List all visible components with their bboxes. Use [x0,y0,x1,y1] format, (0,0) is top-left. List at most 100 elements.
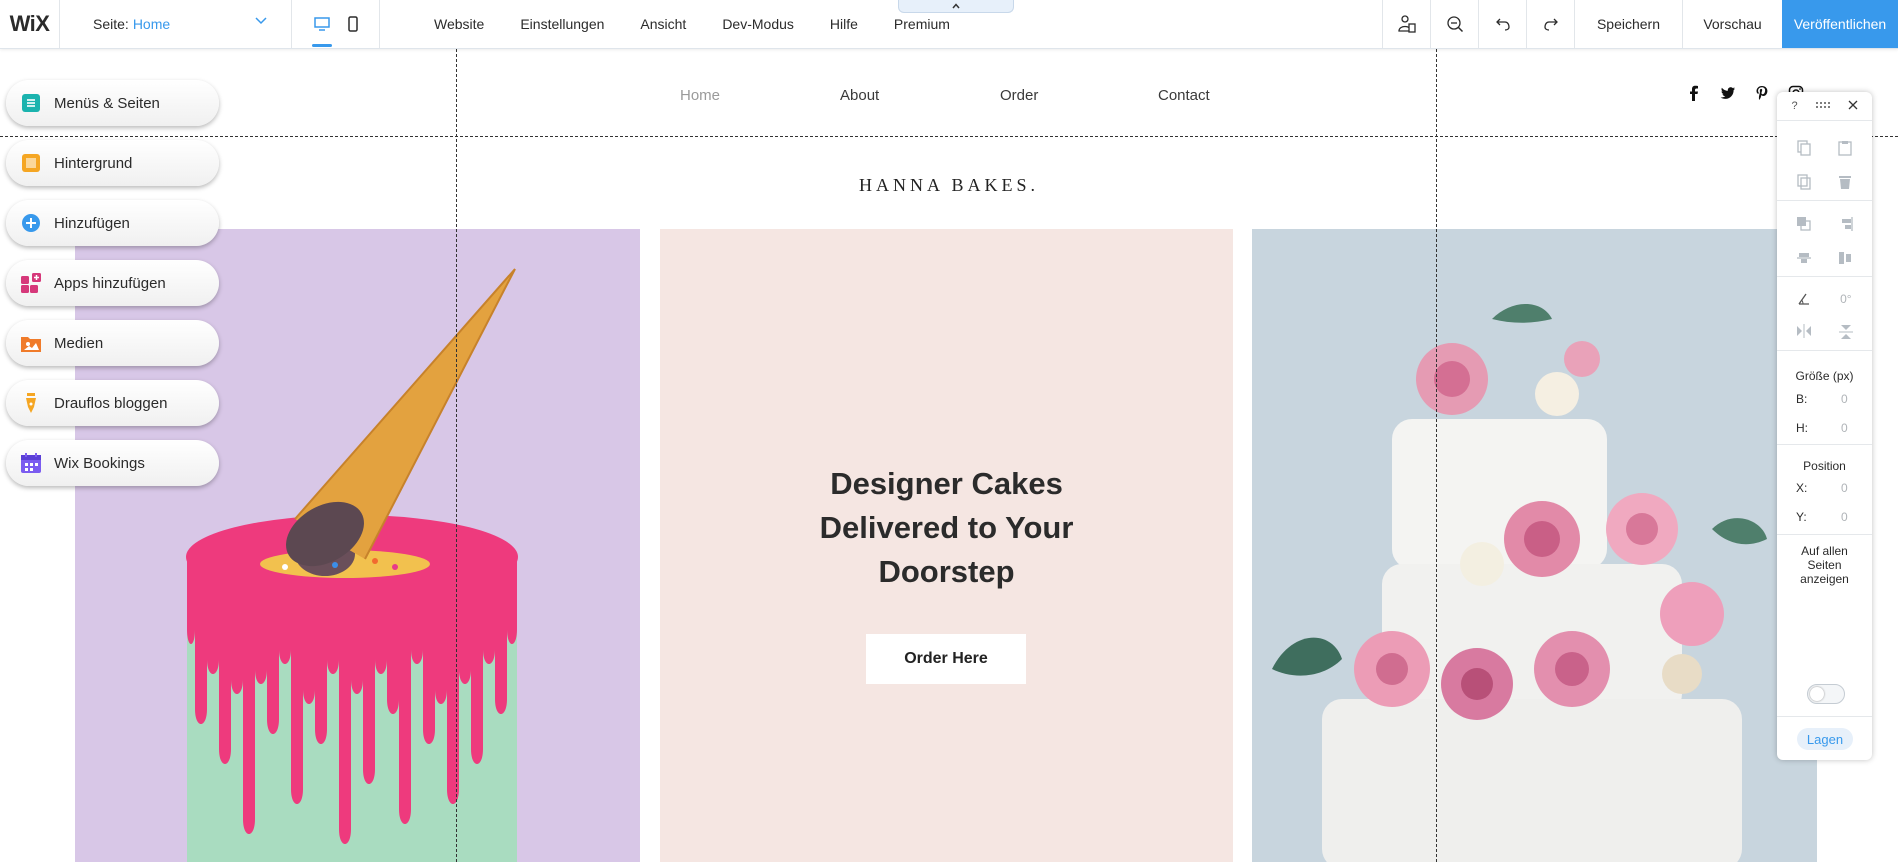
drag-handle-icon[interactable] [1815,100,1831,110]
menu-website[interactable]: Website [416,16,502,32]
collapse-topbar-button[interactable] [898,0,1014,13]
background-label: Hintergrund [54,154,133,172]
person-device-icon [1397,15,1416,33]
editor-main-menu: Website Einstellungen Ansicht Dev-Modus … [380,0,1382,48]
wix-logo: WiX [0,0,60,48]
menu-settings[interactable]: Einstellungen [502,16,622,32]
site-nav-order[interactable]: Order [1000,87,1038,104]
pinterest-icon[interactable] [1755,85,1769,101]
blog-button[interactable]: Drauflos bloggen [6,380,219,426]
copy-icon[interactable] [1797,140,1811,156]
site-header[interactable]: Home About Order Contact [0,49,1898,137]
tiered-cake-illustration [1252,229,1817,862]
wix-bookings-label: Wix Bookings [54,454,145,472]
blog-label: Drauflos bloggen [54,394,168,412]
close-icon[interactable] [1848,100,1858,110]
desktop-view-button[interactable] [311,0,332,49]
add-label: Hinzufügen [54,214,130,232]
hero-title-line-3: Doorstep [878,554,1015,589]
redo-button[interactable] [1526,0,1574,48]
hero-text-panel[interactable]: Designer Cakes Delivered to Your Doorste… [660,229,1233,862]
wedding-cake-image[interactable] [1252,229,1817,862]
delete-icon[interactable] [1838,174,1852,190]
site-title[interactable]: HANNA BAKES. [0,175,1898,196]
add-apps-label: Apps hinzufügen [54,274,166,292]
hero-title[interactable]: Designer Cakes Delivered to Your Doorste… [660,462,1233,594]
x-label: X: [1796,481,1808,495]
width-label: B: [1796,392,1808,406]
y-input[interactable]: 0 [1841,510,1848,524]
menus-pages-button[interactable]: Menüs & Seiten [6,80,219,126]
align-right-icon[interactable] [1837,216,1853,232]
add-icon [20,212,42,234]
show-on-all-pages-toggle[interactable] [1807,684,1845,704]
blog-pen-icon [20,392,42,414]
pages-icon [20,92,42,114]
rotation-value[interactable]: 0° [1840,292,1851,306]
site-canvas: Home About Order Contact HANNA BAKES. De… [0,49,1898,862]
help-button[interactable]: ? [1791,100,1797,112]
menu-view[interactable]: Ansicht [622,16,704,32]
toolbar-row-duplicate [1777,174,1872,190]
mobile-friendly-button[interactable] [1382,0,1430,48]
add-button[interactable]: Hinzufügen [6,200,219,246]
zoom-out-button[interactable] [1430,0,1478,48]
publish-button[interactable]: Veröffentlichen [1782,0,1898,48]
toolbar-divider [1777,120,1872,121]
zoom-out-icon [1446,16,1463,33]
undo-icon [1495,18,1510,31]
rotate-angle-icon[interactable] [1797,292,1811,306]
order-here-button[interactable]: Order Here [866,634,1026,684]
page-selector[interactable]: Seite: Home [60,0,292,48]
save-button[interactable]: Speichern [1574,0,1682,48]
toolbar-row-order [1777,216,1872,232]
height-input[interactable]: 0 [1841,421,1848,435]
paste-icon[interactable] [1838,140,1852,156]
media-button[interactable]: Medien [6,320,219,366]
wix-bookings-button[interactable]: Wix Bookings [6,440,219,486]
background-icon [20,152,42,174]
duplicate-icon[interactable] [1797,174,1811,190]
menu-premium[interactable]: Premium [876,16,968,32]
layers-button[interactable]: Lagen [1797,728,1853,750]
page-selector-value: Home [132,16,171,32]
toolbar-divider [1777,350,1872,351]
toolbar-row-rotate: 0° [1777,292,1872,306]
flip-horizontal-icon[interactable] [1796,324,1812,338]
y-label: Y: [1796,510,1807,524]
mobile-icon [347,16,358,32]
distribute-icon[interactable] [1837,250,1853,266]
x-input[interactable]: 0 [1841,481,1848,495]
toolbar-row-flip [1777,324,1872,340]
editor-guide-right [1436,49,1437,862]
height-label: H: [1796,421,1808,435]
device-toggle [292,0,380,48]
hero-title-line-1: Designer Cakes [830,466,1063,501]
facebook-icon[interactable] [1687,85,1701,101]
site-nav-contact[interactable]: Contact [1158,87,1210,104]
width-input[interactable]: 0 [1841,392,1848,406]
page-selector-label: Seite: [93,16,129,32]
flip-vertical-icon[interactable] [1838,324,1853,340]
twitter-icon[interactable] [1720,85,1736,101]
preview-button[interactable]: Vorschau [1682,0,1782,48]
menu-dev-mode[interactable]: Dev-Modus [704,16,812,32]
editor-left-panel: Menüs & Seiten Hintergrund Hinzufügen Ap… [6,80,219,500]
site-nav-about[interactable]: About [840,87,879,104]
toolbar-row-copy [1777,140,1872,156]
menu-help[interactable]: Hilfe [812,16,876,32]
wix-editor: WiX Seite: Home Website Einstellungen An… [0,0,1898,862]
add-apps-button[interactable]: Apps hinzufügen [6,260,219,306]
align-center-icon[interactable] [1796,250,1812,266]
bookings-calendar-icon [20,452,42,474]
background-button[interactable]: Hintergrund [6,140,219,186]
menus-pages-label: Menüs & Seiten [54,94,160,112]
mobile-view-button[interactable] [347,0,358,49]
toolbar-divider [1777,716,1872,717]
site-nav-home[interactable]: Home [680,87,720,104]
bring-forward-icon[interactable] [1796,216,1812,232]
size-title: Größe (px) [1795,369,1854,383]
undo-button[interactable] [1478,0,1526,48]
toolbar-divider [1777,200,1872,201]
chevron-up-icon [952,3,960,9]
